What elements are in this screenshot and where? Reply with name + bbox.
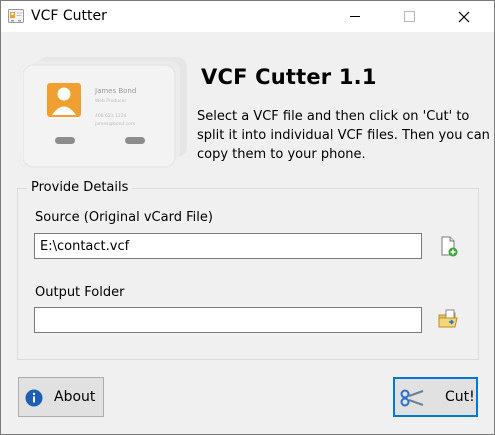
app-heading: VCF Cutter 1.1 xyxy=(201,65,377,89)
maximize-button[interactable] xyxy=(386,1,432,32)
title-bar[interactable]: VCF Cutter xyxy=(1,1,494,32)
maximize-icon xyxy=(403,11,415,22)
card-email: james@bond.com xyxy=(94,121,135,127)
contact-card-illustration: James Bond Web Producer 408 623 1234 jam… xyxy=(23,57,187,168)
close-button[interactable] xyxy=(441,1,487,32)
folder-icon[interactable] xyxy=(436,307,460,331)
vcard-app-icon xyxy=(8,9,24,23)
about-label: About xyxy=(54,389,96,405)
card-job-title: Web Producer xyxy=(95,98,126,104)
add-file-icon[interactable] xyxy=(436,234,460,258)
close-icon xyxy=(458,11,470,22)
about-button[interactable]: About xyxy=(18,377,104,417)
app-description: Select a VCF file and then click on 'Cut… xyxy=(197,109,490,162)
minimize-icon xyxy=(350,16,360,17)
card-name: James Bond xyxy=(94,87,136,95)
scissors-icon xyxy=(400,389,424,407)
output-folder-input[interactable] xyxy=(34,307,422,333)
app-window: VCF Cutter James Bond Web Producer 408 6… xyxy=(0,0,495,435)
minimize-button[interactable] xyxy=(332,1,378,32)
source-label: Source (Original vCard File) xyxy=(35,210,213,225)
cut-button[interactable]: Cut! xyxy=(393,377,478,417)
cut-label: Cut! xyxy=(445,389,475,405)
card-phone: 408 623 1234 xyxy=(95,113,127,119)
info-icon xyxy=(25,389,43,407)
group-title: Provide Details xyxy=(27,180,133,195)
source-input[interactable] xyxy=(34,233,422,259)
output-label: Output Folder xyxy=(35,285,125,300)
window-title: VCF Cutter xyxy=(31,8,107,24)
